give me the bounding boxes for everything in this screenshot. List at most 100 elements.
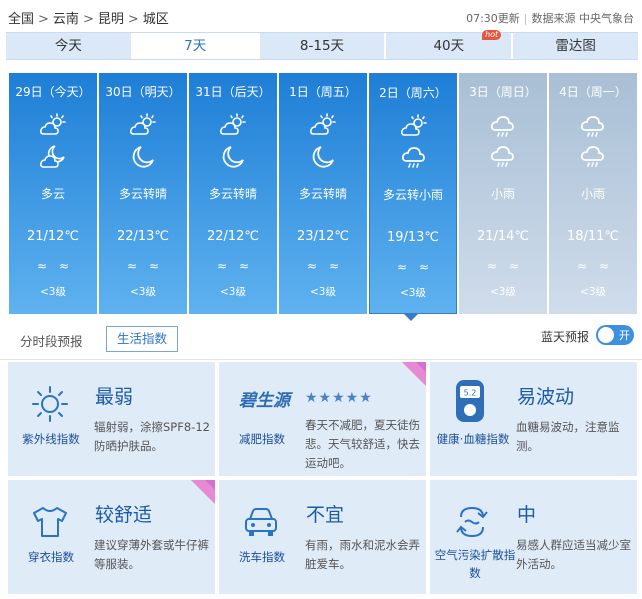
breadcrumb-country[interactable]: 全国 [8, 8, 34, 27]
index-caption: 空气污染扩散指数 [434, 548, 516, 580]
update-time: 07:30更新 [466, 12, 520, 25]
breadcrumb-separator: > [82, 12, 94, 27]
tab-40days[interactable]: 40天 hot [386, 30, 514, 59]
day-weather-desc: 小雨 [490, 187, 515, 201]
partly-cloudy-day-icon [309, 113, 337, 137]
update-meta: 07:30更新 | 数据来源 中央气象台 [466, 10, 634, 26]
breadcrumb-city[interactable]: 昆明 [98, 8, 124, 27]
tab-8-15days[interactable]: 8-15天 [260, 33, 387, 59]
index-card-slimming[interactable]: 碧生源 减肥指数 ★★★★★ 春天不减肥，夏天徒伤悲。天气较舒适，快去运动吧。 [219, 362, 426, 476]
tab-hourly-forecast[interactable]: 分时段预报 [20, 331, 83, 350]
light-rain-icon [489, 143, 517, 171]
day-column[interactable]: 3日（周日） 小雨 21/14℃ ≈≈ <3级 [459, 73, 547, 314]
bluesky-forecast-label: 蓝天预报 [541, 330, 590, 344]
brand-logo-icon: 碧生源 [239, 391, 290, 411]
index-card-clothing[interactable]: 穿衣指数 较舒适 建议穿薄外套或牛仔裤等服装。 [8, 480, 215, 594]
sun-icon [32, 386, 68, 422]
partly-cloudy-day-icon [129, 113, 157, 137]
day-weather-desc: 多云转晴 [118, 187, 167, 201]
tab-40days-label: 40天 [433, 38, 465, 54]
light-rain-icon [579, 113, 607, 137]
day-column[interactable]: 1日（周五） 多云转晴 23/12℃ ≈≈ <3级 [279, 73, 367, 314]
light-rain-icon [400, 144, 428, 172]
car-icon [245, 508, 277, 536]
index-level: 最弱 [95, 386, 134, 408]
wind-direction-icon: ≈≈ [306, 259, 352, 273]
index-card-uv[interactable]: 紫外线指数 最弱 辐射弱，涂擦SPF8-12防晒护肤品。 [8, 362, 215, 476]
bluesky-toggle[interactable]: 开 [596, 325, 634, 345]
breadcrumb-separator: > [38, 12, 49, 27]
index-level: 中 [517, 504, 537, 526]
day-date: 30日（明天） [105, 85, 181, 99]
day-column[interactable]: 31日（后天） 多云转晴 22/12℃ ≈≈ <3级 [189, 73, 277, 314]
toggle-knob [598, 327, 614, 343]
day-temperature: 18/11℃ [566, 229, 620, 244]
wind-level: <3级 [40, 286, 66, 298]
light-rain-icon [579, 143, 607, 171]
location-bar: 全国 > 云南 > 昆明 > 城区 07:30更新 | 数据来源 中央气象台 [0, 0, 642, 32]
hot-badge: hot [482, 30, 502, 40]
partly-cloudy-day-icon [219, 113, 247, 137]
glucose-meter-icon: 5.2 [456, 380, 484, 422]
index-caption: 减肥指数 [239, 432, 285, 446]
air-diffusion-icon [456, 506, 488, 538]
day-date: 1日（周五） [289, 85, 357, 99]
index-card-blood-glucose[interactable]: 5.2 健康·血糖指数 易波动 血糖易波动，注意监测。 [430, 362, 637, 476]
index-card-car-wash[interactable]: 洗车指数 不宜 有雨，雨水和泥水会弄脏爱车。 [219, 480, 426, 594]
index-caption: 紫外线指数 [22, 432, 80, 446]
moon-icon [219, 143, 247, 171]
index-level: 不宜 [306, 504, 345, 526]
index-card-air-pollution[interactable]: 空气污染扩散指数 中 易感人群应适当减少室外活动。 [430, 480, 637, 594]
index-caption: 穿衣指数 [28, 550, 74, 564]
index-level: 易波动 [517, 386, 575, 408]
breadcrumb-province[interactable]: 云南 [53, 8, 79, 27]
day-column[interactable]: 30日（明天） 多云转晴 22/13℃ ≈≈ <3级 [99, 73, 187, 314]
day-weather-desc: 多云转晴 [298, 187, 347, 201]
index-description: 辐射弱，涂擦SPF8-12防晒护肤品。 [94, 420, 210, 453]
index-description: 易感人群应适当减少室外活动。 [516, 538, 631, 571]
wind-level: <3级 [580, 286, 606, 298]
wind-level: <3级 [400, 287, 426, 299]
index-description: 建议穿薄外套或牛仔裤等服装。 [94, 538, 209, 571]
corner-ribbon-icon [191, 480, 215, 504]
day-weather-desc: 多云 [40, 187, 65, 201]
day-weather-desc: 多云转晴 [208, 187, 257, 201]
day-date: 29日（今天） [15, 85, 91, 99]
day-temperature: 21/12℃ [26, 229, 80, 244]
tshirt-icon [33, 507, 67, 537]
sub-tabs-bar: 分时段预报 生活指数 蓝天预报 开 [0, 320, 642, 360]
wind-direction-icon: ≈≈ [396, 260, 442, 274]
tab-7days[interactable]: 7天 [132, 33, 260, 59]
day-date: 2日（周六） [379, 86, 447, 100]
wind-direction-icon: ≈≈ [486, 259, 532, 273]
day-column[interactable]: 29日（今天） 多云 21/12℃ ≈≈ <3级 [9, 73, 97, 314]
breadcrumb: 全国 > 云南 > 昆明 > 城区 [8, 8, 169, 27]
day-temperature: 22/12℃ [206, 229, 260, 244]
day-weather-desc: 小雨 [580, 187, 605, 201]
corner-ribbon-icon [402, 362, 426, 386]
partly-cloudy-night-icon [39, 143, 67, 171]
day-column[interactable]: 2日（周六） 多云转小雨 19/13℃ ≈≈ <3级 [369, 73, 457, 314]
life-index-grid: 紫外线指数 最弱 辐射弱，涂擦SPF8-12防晒护肤品。 碧生源 减肥指数 ★★… [8, 362, 638, 594]
day-temperature: 22/13℃ [116, 229, 170, 244]
data-source: 数据来源 中央气象台 [531, 12, 635, 25]
rating-stars: ★★★★★ [305, 390, 373, 406]
tab-life-index[interactable]: 生活指数 [106, 326, 179, 352]
day-column[interactable]: 4日（周一） 小雨 18/11℃ ≈≈ <3级 [549, 73, 637, 314]
tab-radar[interactable]: 雷达图 [513, 33, 638, 59]
day-date: 4日（周一） [559, 85, 627, 99]
day-temperature: 21/14℃ [476, 229, 530, 244]
tab-today[interactable]: 今天 [6, 33, 133, 59]
breadcrumb-district: 城区 [142, 12, 169, 27]
day-weather-desc: 多云转小雨 [382, 188, 443, 202]
partly-cloudy-day-icon [400, 114, 428, 138]
wind-direction-icon: ≈≈ [216, 259, 262, 273]
wind-level: <3级 [220, 286, 246, 298]
index-description: 血糖易波动，注意监测。 [516, 420, 620, 453]
wind-level: <3级 [310, 286, 336, 298]
day-date: 3日（周日） [469, 85, 537, 99]
breadcrumb-separator: > [127, 12, 139, 27]
wind-direction-icon: ≈≈ [36, 259, 82, 273]
index-description: 春天不减肥，夏天徒伤悲。天气较舒适，快去运动吧。 [305, 418, 420, 470]
index-caption: 洗车指数 [239, 550, 285, 564]
